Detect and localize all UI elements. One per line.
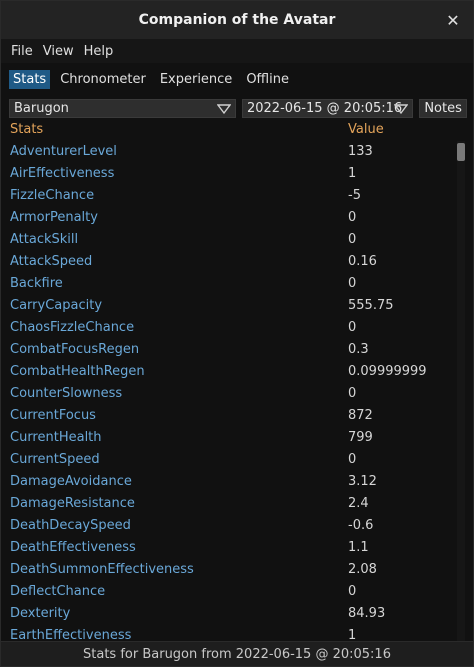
stat-value: 0.09999999 <box>348 364 427 379</box>
column-header-value[interactable]: Value <box>348 122 384 137</box>
vertical-scrollbar[interactable] <box>457 141 465 641</box>
table-row[interactable]: EarthEffectiveness 1 <box>1 625 461 641</box>
stat-name: CurrentFocus <box>10 408 96 423</box>
menu-help[interactable]: Help <box>80 44 120 59</box>
stat-value: 872 <box>348 408 373 423</box>
controls-row: Barugon 2022-06-15 @ 20:05:16 Notes <box>9 98 467 118</box>
stat-value: 2.08 <box>348 562 377 577</box>
stat-value: 0 <box>348 276 357 291</box>
table-row[interactable]: AttackSpeed 0.16 <box>1 251 461 273</box>
table-row[interactable]: CarryCapacity 555.75 <box>1 295 461 317</box>
table-row[interactable]: DamageAvoidance 3.12 <box>1 471 461 493</box>
stat-value: -5 <box>348 188 361 203</box>
table-row[interactable]: AirEffectiveness 1 <box>1 163 461 185</box>
stat-name: DeathDecaySpeed <box>10 518 131 533</box>
character-select[interactable]: Barugon <box>9 98 236 118</box>
stat-value: 0 <box>348 210 357 225</box>
character-select-value: Barugon <box>14 100 69 116</box>
stat-value: 555.75 <box>348 298 394 313</box>
tab-offline[interactable]: Offline <box>242 70 293 89</box>
table-row[interactable]: DeathDecaySpeed -0.6 <box>1 515 461 537</box>
stat-value: 84.93 <box>348 606 386 621</box>
table-row[interactable]: CurrentSpeed 0 <box>1 449 461 471</box>
stat-value: 1 <box>348 628 357 641</box>
stat-name: Backfire <box>10 276 63 291</box>
chevron-down-icon <box>394 103 409 114</box>
stat-name: CombatFocusRegen <box>10 342 140 357</box>
table-row[interactable]: DeathEffectiveness 1.1 <box>1 537 461 559</box>
stat-value: 1.1 <box>348 540 369 555</box>
tab-experience[interactable]: Experience <box>156 70 237 89</box>
table-row[interactable]: Backfire 0 <box>1 273 461 295</box>
stat-value: 0 <box>348 584 357 599</box>
stat-value: 0.16 <box>348 254 377 269</box>
stat-name: DamageResistance <box>10 496 135 511</box>
stat-value: 0 <box>348 386 357 401</box>
table-row[interactable]: AttackSkill 0 <box>1 229 461 251</box>
stat-name: CurrentSpeed <box>10 452 100 467</box>
stat-name: FizzleChance <box>10 188 95 203</box>
table-row[interactable]: DeflectChance 0 <box>1 581 461 603</box>
table-row[interactable]: CombatHealthRegen 0.09999999 <box>1 361 461 383</box>
stat-name: DeathSummonEffectiveness <box>10 562 194 577</box>
stat-value: 0 <box>348 452 357 467</box>
table-row[interactable]: ChaosFizzleChance 0 <box>1 317 461 339</box>
stat-name: DeflectChance <box>10 584 106 599</box>
scrollbar-thumb[interactable] <box>457 143 465 161</box>
table-row[interactable]: CurrentHealth 799 <box>1 427 461 449</box>
stat-name: ArmorPenalty <box>10 210 98 225</box>
stat-name: ChaosFizzleChance <box>10 320 135 335</box>
stat-name: CurrentHealth <box>10 430 102 445</box>
table-row[interactable]: ArmorPenalty 0 <box>1 207 461 229</box>
window-title: Companion of the Avatar <box>138 12 336 28</box>
stat-name: CombatHealthRegen <box>10 364 145 379</box>
stat-value: 799 <box>348 430 373 445</box>
date-select-value: 2022-06-15 @ 20:05:16 <box>246 100 403 116</box>
title-bar: Companion of the Avatar ✕ <box>1 1 473 39</box>
stat-name: DamageAvoidance <box>10 474 132 489</box>
stat-name: CounterSlowness <box>10 386 123 401</box>
table-row[interactable]: AdventurerLevel 133 <box>1 141 461 163</box>
status-bar: Stats for Barugon from 2022-06-15 @ 20:0… <box>1 641 473 666</box>
stat-value: -0.6 <box>348 518 374 533</box>
stat-value: 1 <box>348 166 357 181</box>
tab-chronometer[interactable]: Chronometer <box>56 70 150 89</box>
stat-name: AdventurerLevel <box>10 144 117 159</box>
column-header-stats[interactable]: Stats <box>10 122 43 137</box>
menu-file[interactable]: File <box>1 44 39 59</box>
stats-table: AdventurerLevel 133 AirEffectiveness 1 Fizzl… <box>1 141 461 641</box>
menu-view[interactable]: View <box>39 44 80 59</box>
table-row[interactable]: Dexterity 84.93 <box>1 603 461 625</box>
tab-bar: Stats Chronometer Experience Offline <box>1 65 473 93</box>
stat-name: CarryCapacity <box>10 298 103 313</box>
menu-bar: File View Help <box>1 39 473 63</box>
stat-value: 0 <box>348 232 357 247</box>
table-row[interactable]: FizzleChance -5 <box>1 185 461 207</box>
stat-value: 0.3 <box>348 342 369 357</box>
stat-value: 0 <box>348 320 357 335</box>
date-select[interactable]: 2022-06-15 @ 20:05:16 <box>241 98 414 118</box>
chevron-down-icon <box>216 103 231 114</box>
stat-name: Dexterity <box>10 606 71 621</box>
table-row[interactable]: DeathSummonEffectiveness 2.08 <box>1 559 461 581</box>
notes-button[interactable]: Notes <box>419 98 467 118</box>
app-window: Companion of the Avatar ✕ File View Help… <box>0 0 474 667</box>
stat-value: 3.12 <box>348 474 377 489</box>
stat-name: AttackSkill <box>10 232 79 247</box>
stat-name: AirEffectiveness <box>10 166 115 181</box>
stat-value: 133 <box>348 144 373 159</box>
status-text: Stats for Barugon from 2022-06-15 @ 20:0… <box>83 646 391 662</box>
table-row[interactable]: DamageResistance 2.4 <box>1 493 461 515</box>
close-icon[interactable]: ✕ <box>443 10 463 30</box>
stat-name: EarthEffectiveness <box>10 628 132 641</box>
stat-name: DeathEffectiveness <box>10 540 136 555</box>
table-header: Stats Value <box>1 120 473 140</box>
table-row[interactable]: CombatFocusRegen 0.3 <box>1 339 461 361</box>
stat-value: 2.4 <box>348 496 369 511</box>
tab-stats[interactable]: Stats <box>9 69 51 89</box>
stat-name: AttackSpeed <box>10 254 93 269</box>
table-row[interactable]: CurrentFocus 872 <box>1 405 461 427</box>
table-row[interactable]: CounterSlowness 0 <box>1 383 461 405</box>
